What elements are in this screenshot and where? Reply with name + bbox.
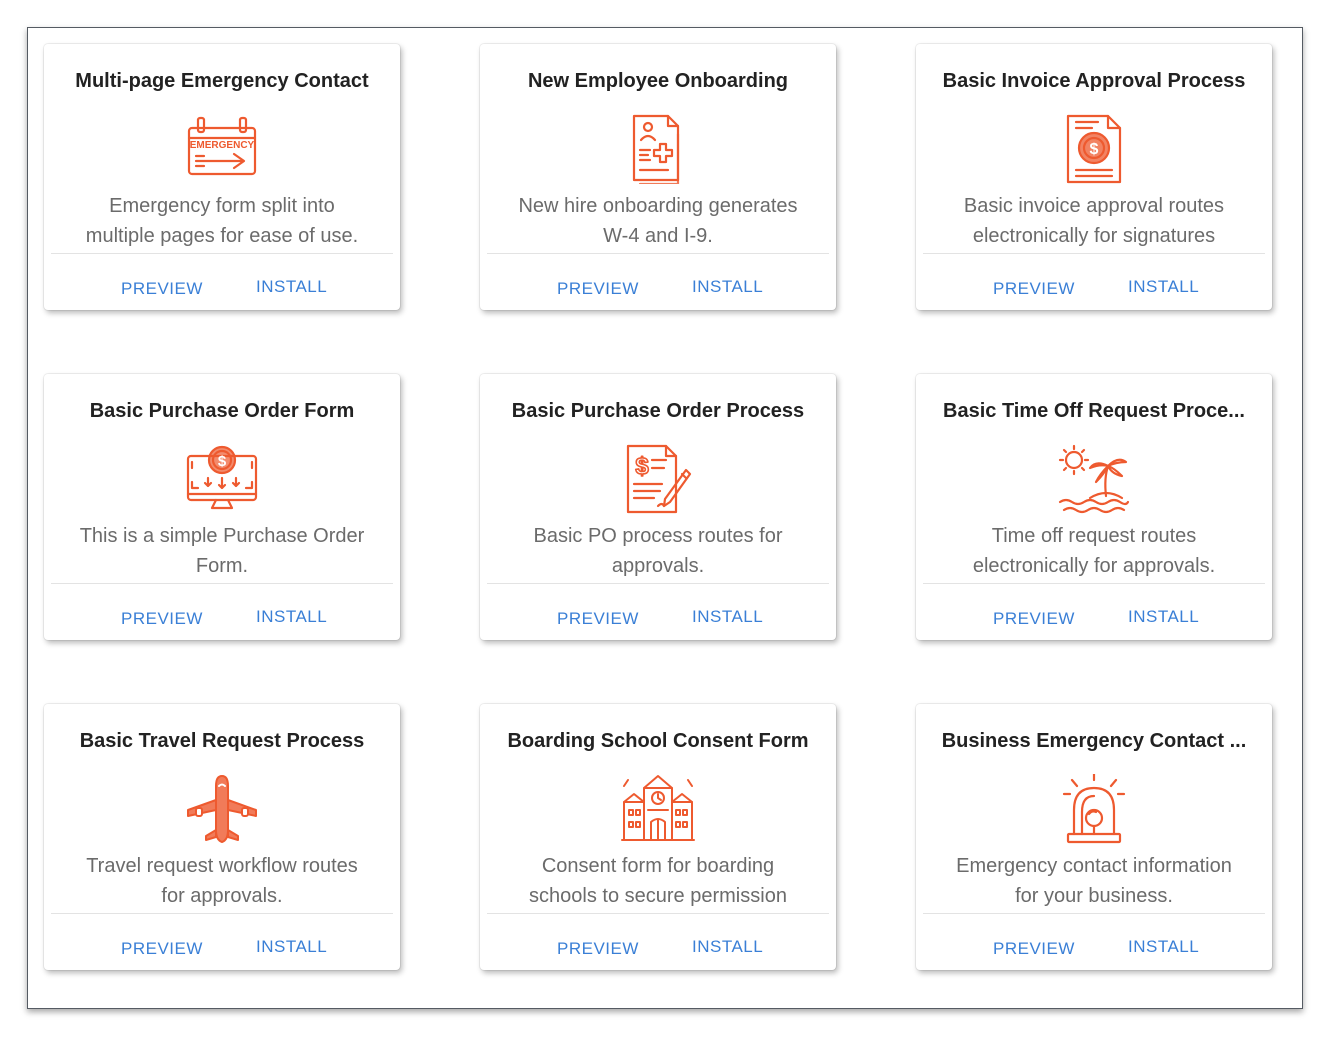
card-divider (51, 913, 393, 914)
airplane-icon (184, 774, 260, 844)
card-description: Basic PO process routes for approvals. (533, 525, 783, 577)
preview-button[interactable]: PREVIEW (993, 609, 1075, 629)
card-divider (923, 253, 1265, 254)
card-description: New hire onboarding generates W-4 and I-… (518, 195, 798, 247)
card-description: Emergency contact information for your b… (956, 855, 1232, 907)
install-button[interactable]: INSTALL (1128, 277, 1199, 297)
template-card: Basic Travel Request Process Travel requ… (44, 704, 400, 970)
svg-text:$: $ (218, 453, 227, 470)
card-title: Basic Purchase Order Form (89, 400, 355, 422)
card-divider (487, 913, 829, 914)
template-card: Boarding School Consent Form Consent for… (480, 704, 836, 970)
invoice-dollar-icon: $ (1056, 114, 1132, 184)
card-divider (51, 583, 393, 584)
card-title: Basic Invoice Approval Process (942, 70, 1246, 92)
template-card: Multi-page Emergency Contact EMERGENCY E… (44, 44, 400, 310)
install-button[interactable]: INSTALL (256, 607, 327, 627)
card-description: This is a simple Purchase Order Form. (79, 525, 365, 577)
template-card: New Employee Onboarding New hire onboard… (480, 44, 836, 310)
card-title: Multi-page Emergency Contact (75, 70, 369, 92)
template-card: Basic Purchase Order Process $ Basic PO … (480, 374, 836, 640)
install-button[interactable]: INSTALL (1128, 607, 1199, 627)
install-button[interactable]: INSTALL (692, 277, 763, 297)
svg-text:$: $ (1090, 141, 1099, 158)
card-divider (487, 583, 829, 584)
template-card: Basic Time Off Request Proce... Time off… (916, 374, 1272, 640)
svg-text:EMERGENCY: EMERGENCY (190, 140, 255, 151)
preview-button[interactable]: PREVIEW (121, 939, 203, 959)
template-card: Basic Purchase Order Form $ This is a si… (44, 374, 400, 640)
card-divider (923, 913, 1265, 914)
install-button[interactable]: INSTALL (256, 937, 327, 957)
island-sun-icon (1056, 444, 1132, 514)
preview-button[interactable]: PREVIEW (993, 279, 1075, 299)
card-description: Basic invoice approval routes electronic… (963, 195, 1225, 247)
template-card: Business Emergency Contact ... Emergency… (916, 704, 1272, 970)
card-title: Basic Purchase Order Process (511, 400, 805, 422)
monitor-dollar-icon: $ (184, 444, 260, 514)
install-button[interactable]: INSTALL (256, 277, 327, 297)
card-description: Emergency form split into multiple pages… (85, 195, 359, 247)
card-description: Travel request workflow routes for appro… (86, 855, 358, 907)
card-title: Basic Travel Request Process (79, 730, 365, 752)
emergency-sign-icon: EMERGENCY (184, 114, 260, 184)
template-card: Basic Invoice Approval Process $ Basic i… (916, 44, 1272, 310)
card-description: Time off request routes electronically f… (972, 525, 1216, 577)
install-button[interactable]: INSTALL (1128, 937, 1199, 957)
svg-text:$: $ (635, 453, 649, 480)
card-title: Boarding School Consent Form (507, 730, 809, 752)
siren-alarm-icon (1056, 774, 1132, 844)
install-button[interactable]: INSTALL (692, 607, 763, 627)
card-title: Business Emergency Contact ... (941, 730, 1247, 752)
preview-button[interactable]: PREVIEW (121, 609, 203, 629)
card-divider (487, 253, 829, 254)
preview-button[interactable]: PREVIEW (557, 279, 639, 299)
medical-document-icon (620, 114, 696, 184)
preview-button[interactable]: PREVIEW (121, 279, 203, 299)
card-divider (923, 583, 1265, 584)
card-title: Basic Time Off Request Proce... (943, 400, 1245, 422)
school-building-icon (620, 774, 696, 844)
preview-button[interactable]: PREVIEW (993, 939, 1075, 959)
card-divider (51, 253, 393, 254)
preview-button[interactable]: PREVIEW (557, 609, 639, 629)
card-description: Consent form for boarding schools to sec… (529, 855, 787, 907)
install-button[interactable]: INSTALL (692, 937, 763, 957)
card-title: New Employee Onboarding (527, 70, 789, 92)
preview-button[interactable]: PREVIEW (557, 939, 639, 959)
signed-document-icon: $ (620, 444, 696, 514)
